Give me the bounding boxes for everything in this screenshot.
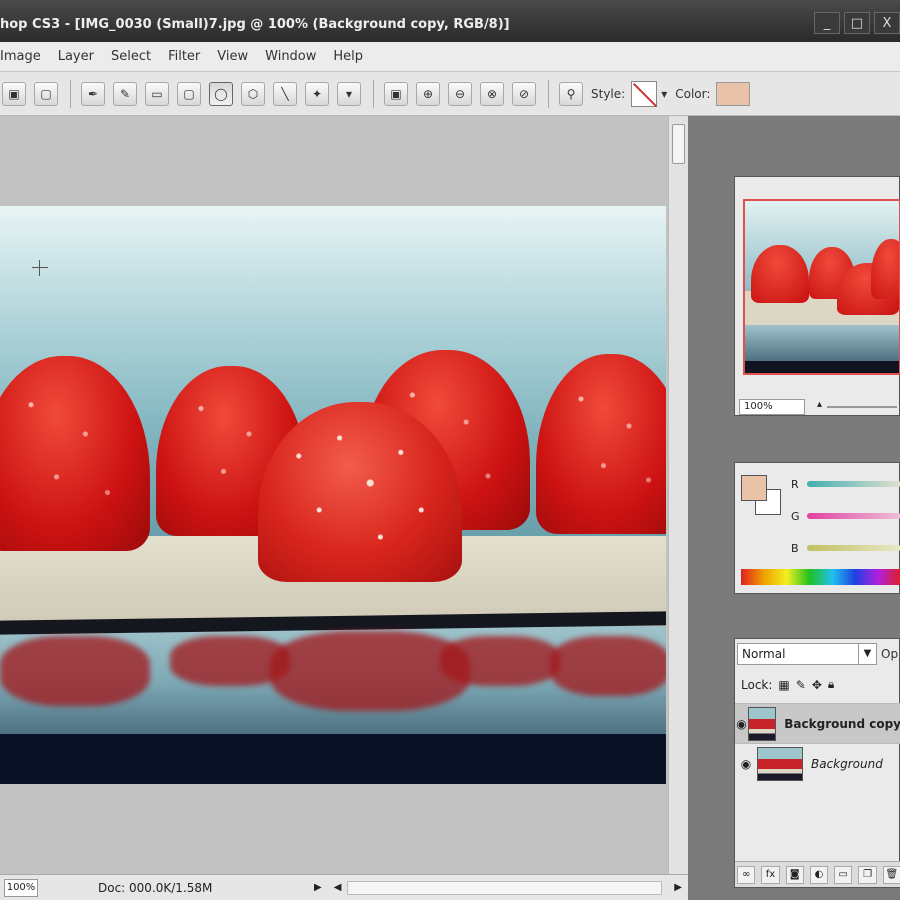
blend-mode-select[interactable]: Normal ▼ bbox=[737, 643, 877, 665]
scroll-right-icon[interactable]: ▶ bbox=[674, 882, 682, 893]
freeform-pen-icon[interactable]: ✎ bbox=[113, 81, 137, 106]
opacity-label: Op bbox=[881, 647, 899, 661]
menu-bar: Image Layer Select Filter View Window He… bbox=[0, 42, 900, 72]
navigator-zoom-field[interactable]: 100% bbox=[739, 399, 805, 415]
navigator-zoom-slider[interactable]: ▴ bbox=[817, 399, 897, 411]
eye-icon[interactable]: ◉ bbox=[735, 717, 748, 731]
custom-shape-tool-icon[interactable]: ✦ bbox=[305, 81, 329, 106]
horizontal-scrollbar[interactable] bbox=[347, 880, 663, 895]
menu-image[interactable]: Image bbox=[0, 49, 41, 64]
zoom-out-icon[interactable]: ▴ bbox=[817, 399, 822, 410]
layer-row[interactable]: ◉ Background bbox=[735, 743, 900, 783]
lock-transparency-icon[interactable]: ▦ bbox=[778, 678, 789, 692]
lock-label: Lock: bbox=[741, 677, 773, 692]
layer-style-icon[interactable]: fx bbox=[761, 865, 780, 884]
g-slider[interactable]: G bbox=[791, 509, 900, 523]
create-new-shape-icon[interactable]: ▣ bbox=[384, 81, 408, 106]
lock-pixels-icon[interactable]: ✎ bbox=[796, 678, 806, 692]
zoom-field[interactable]: 100% bbox=[4, 878, 38, 897]
document-window bbox=[0, 116, 668, 898]
eye-icon[interactable]: ◉ bbox=[735, 757, 757, 771]
window-controls: _ □ X bbox=[814, 12, 900, 34]
color-spectrum[interactable] bbox=[741, 569, 900, 585]
style-label: Style: bbox=[591, 86, 626, 101]
color-panel: R G B bbox=[734, 462, 900, 594]
layer-row[interactable]: ◉ Background copy bbox=[735, 703, 900, 743]
rounded-rectangle-tool-icon[interactable]: ▢ bbox=[177, 81, 201, 106]
shape-options-dropdown-icon[interactable]: ▾ bbox=[337, 81, 361, 106]
lock-row: Lock: ▦ ✎ ✥ 🔒︎ bbox=[741, 677, 834, 692]
window-title: hop CS3 - [IMG_0030 (Small)7.jpg @ 100% … bbox=[0, 17, 510, 32]
reflection bbox=[270, 631, 470, 711]
layers-panel: Normal ▼ Op Lock: ▦ ✎ ✥ 🔒︎ ◉ Background … bbox=[734, 638, 900, 888]
r-slider[interactable]: R bbox=[791, 477, 900, 491]
chevron-down-icon[interactable]: ▼ bbox=[858, 644, 876, 664]
lock-position-icon[interactable]: ✥ bbox=[812, 678, 822, 692]
line-tool-icon[interactable]: ╲ bbox=[273, 81, 297, 106]
paths-icon[interactable]: ▢ bbox=[34, 81, 58, 106]
navigator-preview[interactable] bbox=[743, 199, 900, 375]
subtract-shape-icon[interactable]: ⊖ bbox=[448, 81, 472, 106]
menu-help[interactable]: Help bbox=[333, 49, 363, 64]
layer-name: Background bbox=[811, 756, 883, 771]
b-slider[interactable]: B bbox=[791, 541, 900, 555]
title-bar: hop CS3 - [IMG_0030 (Small)7.jpg @ 100% … bbox=[0, 0, 900, 42]
reflection bbox=[550, 636, 666, 696]
adjustment-layer-icon[interactable]: ◐ bbox=[809, 865, 829, 884]
menu-select[interactable]: Select bbox=[111, 49, 151, 64]
menu-filter[interactable]: Filter bbox=[168, 49, 200, 64]
doc-size: Doc: 000.0K/1.58M bbox=[98, 880, 213, 895]
new-group-icon[interactable]: ▭ bbox=[834, 865, 853, 884]
exclude-shape-icon[interactable]: ⊘ bbox=[512, 81, 536, 106]
style-dropdown-icon[interactable]: ▾ bbox=[661, 87, 667, 101]
link-layers-icon[interactable]: ∞ bbox=[737, 865, 756, 884]
status-bar: 100% Doc: 000.0K/1.58M ▶ ◀ ▶ bbox=[0, 874, 688, 900]
new-layer-icon[interactable]: ❐ bbox=[858, 865, 877, 884]
divider bbox=[548, 79, 549, 108]
menu-view[interactable]: View bbox=[217, 49, 248, 64]
divider bbox=[373, 79, 374, 108]
style-picker[interactable] bbox=[631, 80, 658, 107]
reflection bbox=[0, 636, 150, 706]
add-to-shape-icon[interactable]: ⊕ bbox=[416, 81, 440, 106]
minimize-button[interactable]: _ bbox=[814, 12, 840, 34]
scroll-left-icon[interactable]: ◀ bbox=[334, 882, 342, 893]
reflection bbox=[440, 636, 560, 686]
crosshair-cursor-icon bbox=[32, 260, 48, 276]
polygon-tool-icon[interactable]: ⬡ bbox=[241, 81, 265, 106]
image-canvas[interactable] bbox=[0, 206, 666, 898]
link-icon[interactable]: ⚲ bbox=[559, 81, 583, 106]
status-menu-arrow-icon[interactable]: ▶ bbox=[314, 882, 322, 893]
color-swatch[interactable] bbox=[716, 81, 751, 106]
divider bbox=[70, 79, 71, 108]
ellipse-tool-icon[interactable]: ◯ bbox=[209, 81, 233, 106]
navigator-panel: 100% ▴ bbox=[734, 176, 900, 416]
pen-tool-icon[interactable]: ✒ bbox=[81, 81, 105, 106]
close-button[interactable]: X bbox=[874, 12, 900, 34]
lock-all-icon[interactable]: 🔒︎ bbox=[828, 677, 834, 692]
rectangle-tool-icon[interactable]: ▭ bbox=[145, 81, 169, 106]
shape-layers-icon[interactable]: ▣ bbox=[2, 81, 26, 106]
layer-thumbnail bbox=[748, 706, 777, 741]
layers-footer: ∞ fx ◙ ◐ ▭ ❐ 🗑︎ bbox=[735, 861, 900, 887]
trash-icon[interactable]: 🗑︎ bbox=[882, 865, 900, 884]
options-bar: ▣ ▢ ✒ ✎ ▭ ▢ ◯ ⬡ ╲ ✦ ▾ ▣ ⊕ ⊖ ⊗ ⊘ ⚲ Style:… bbox=[0, 72, 900, 116]
layer-thumbnail bbox=[757, 746, 803, 781]
layer-name: Background copy bbox=[784, 716, 900, 731]
vertical-scrollbar[interactable] bbox=[668, 116, 688, 874]
menu-layer[interactable]: Layer bbox=[58, 49, 94, 64]
color-label: Color: bbox=[675, 86, 711, 101]
maximize-button[interactable]: □ bbox=[844, 12, 870, 34]
menu-window[interactable]: Window bbox=[265, 49, 316, 64]
intersect-shape-icon[interactable]: ⊗ bbox=[480, 81, 504, 106]
foreground-color-swatch[interactable] bbox=[741, 475, 767, 501]
panel-dock: 100% ▴ R G B Normal ▼ Op Lock: ▦ ✎ ✥ 🔒︎ … bbox=[688, 116, 900, 900]
layer-mask-icon[interactable]: ◙ bbox=[785, 865, 804, 884]
